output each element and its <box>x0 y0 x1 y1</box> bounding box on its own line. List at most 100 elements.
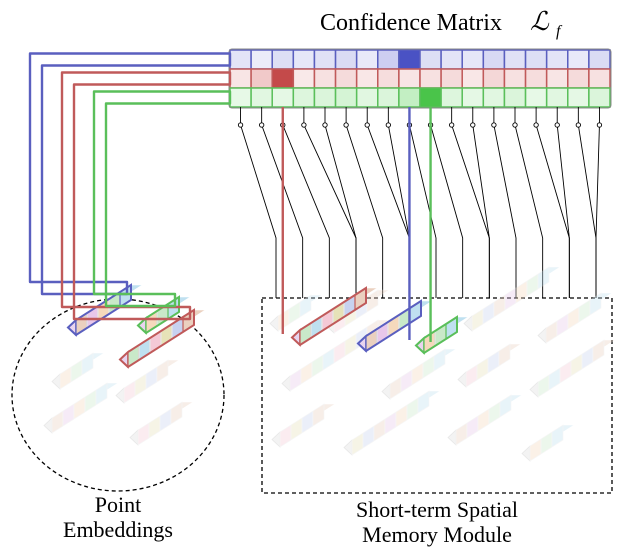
matrix-cell <box>420 69 441 88</box>
embedding-slot <box>44 383 118 433</box>
matrix-cell <box>483 50 504 69</box>
matrix-cell <box>504 50 525 69</box>
connector-line <box>473 107 490 298</box>
matrix-cell <box>589 50 610 69</box>
embedding-slot <box>464 267 560 331</box>
connector-node <box>302 123 306 127</box>
connector-line <box>304 107 356 298</box>
connector-line <box>388 107 409 298</box>
connector-line <box>409 107 436 298</box>
highlight-path-blue <box>30 54 230 295</box>
matrix-cell <box>230 50 251 69</box>
matrix-cell <box>230 69 251 88</box>
connector-node <box>513 123 517 127</box>
matrix-cell <box>378 88 399 107</box>
matrix-cell <box>314 69 335 88</box>
connector-node <box>386 123 390 127</box>
connector-node <box>323 123 327 127</box>
matrix-cell <box>462 69 483 88</box>
matrix-cell <box>420 50 441 69</box>
matrix-cell <box>441 88 462 107</box>
embedding-slot <box>416 317 468 353</box>
embedding-slot <box>538 293 612 343</box>
embedding-slot <box>448 395 522 445</box>
connector-node <box>365 123 369 127</box>
embedding-slot <box>382 349 456 399</box>
connector-node <box>492 123 496 127</box>
embedding-slot <box>272 404 335 447</box>
matrix-cell <box>230 88 251 107</box>
matrix-cell <box>336 50 357 69</box>
matrix-cell <box>420 88 441 107</box>
embedding-slot <box>116 360 179 403</box>
matrix-cell <box>251 69 272 88</box>
connector-line <box>515 107 543 298</box>
connector-line <box>578 107 596 298</box>
matrix-cell <box>314 88 335 107</box>
confidence-title: Confidence Matrix <box>320 10 502 36</box>
connector-node <box>534 123 538 127</box>
matrix-cell <box>547 88 568 107</box>
matrix-cell <box>357 88 378 107</box>
matrix-cell <box>272 50 293 69</box>
matrix-cell <box>293 88 314 107</box>
connector-node <box>238 123 242 127</box>
connector-node <box>449 123 453 127</box>
embedding-slot <box>130 402 193 445</box>
matrix-cell <box>589 88 610 107</box>
matrix-cell <box>568 50 589 69</box>
matrix-cell <box>547 69 568 88</box>
confidence-subscript: f <box>556 23 563 40</box>
matrix-cell <box>293 69 314 88</box>
matrix-cell <box>314 50 335 69</box>
connector-line <box>431 107 463 298</box>
highlight-path-green <box>94 92 230 307</box>
matrix-cell <box>568 88 589 107</box>
matrix-cell <box>336 69 357 88</box>
embedding-slot <box>530 340 615 397</box>
matrix-cell <box>272 69 293 88</box>
matrix-cell <box>293 50 314 69</box>
matrix-cell <box>357 69 378 88</box>
matrix-cell <box>399 69 420 88</box>
matrix-cell <box>462 50 483 69</box>
matrix-cell <box>399 50 420 69</box>
embedding-slot <box>52 353 104 389</box>
matrix-cell <box>251 50 272 69</box>
connector-node <box>597 123 601 127</box>
connector-line <box>596 107 599 298</box>
matrix-cell <box>251 88 272 107</box>
matrix-cell <box>526 88 547 107</box>
matrix-cell <box>378 50 399 69</box>
embedding-slot <box>522 425 574 461</box>
matrix-cell <box>378 69 399 88</box>
embedding-slot <box>458 344 521 387</box>
matrix-cell <box>504 88 525 107</box>
matrix-cell <box>547 50 568 69</box>
matrix-cell <box>483 88 504 107</box>
matrix-cell <box>399 88 420 107</box>
confidence-matrix <box>230 50 610 107</box>
connector-node <box>471 123 475 127</box>
matrix-cell <box>526 50 547 69</box>
matrix-cell <box>357 50 378 69</box>
embedding-slot <box>344 391 440 455</box>
connector-node <box>259 123 263 127</box>
matrix-cell <box>504 69 525 88</box>
matrix-cell <box>483 69 504 88</box>
matrix-cell <box>272 88 293 107</box>
matrix-cell <box>336 88 357 107</box>
connector-node <box>576 123 580 127</box>
connector-node <box>344 123 348 127</box>
point-embeddings-label: Embeddings <box>63 517 173 542</box>
confidence-symbol: ℒ <box>530 7 550 36</box>
connector-line <box>241 107 276 298</box>
matrix-cell <box>589 69 610 88</box>
matrix-cell <box>441 69 462 88</box>
memory-module-label: Short-term Spatial <box>356 497 518 522</box>
connector-line <box>346 107 383 298</box>
connector-line <box>494 107 516 298</box>
point-embeddings-label: Point <box>95 492 141 517</box>
connector-node <box>555 123 559 127</box>
memory-module-label: Memory Module <box>362 522 512 547</box>
